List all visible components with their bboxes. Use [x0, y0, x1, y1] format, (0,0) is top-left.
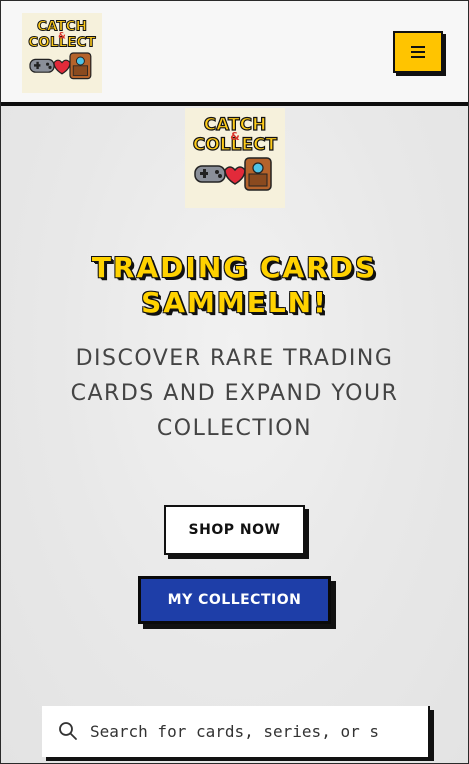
search-icon [59, 722, 77, 740]
hero-subtitle-line2: cards and expand your [70, 381, 399, 406]
shop-now-button[interactable]: Shop Now [164, 505, 305, 555]
hamburger-icon [411, 46, 425, 58]
catch-collect-logo-icon: CATCH COLLECT & [185, 108, 285, 208]
page-frame: CATCH COLLECT & CATCH COLLECT & TRADING … [0, 0, 469, 764]
hero-subtitle-line1: Discover rare trading [75, 346, 394, 371]
search-input[interactable] [90, 714, 380, 748]
hero-subtitle: Discover rare trading cards and expand y… [31, 341, 438, 446]
site-logo[interactable]: CATCH COLLECT & [22, 13, 102, 93]
hero-subtitle-line3: collection [156, 416, 313, 441]
hero-title-line1: Trading Cards [91, 251, 378, 284]
catch-collect-logo-icon: CATCH COLLECT & [22, 13, 102, 93]
my-collection-button[interactable]: My Collection [138, 576, 331, 624]
svg-text:&: & [58, 32, 66, 42]
site-header: CATCH COLLECT & [1, 1, 468, 106]
svg-text:&: & [230, 130, 240, 143]
menu-button[interactable] [393, 31, 443, 73]
hero-logo: CATCH COLLECT & [185, 108, 285, 208]
hero-title-line2: Sammeln! [141, 286, 328, 319]
search-bar [42, 706, 430, 757]
